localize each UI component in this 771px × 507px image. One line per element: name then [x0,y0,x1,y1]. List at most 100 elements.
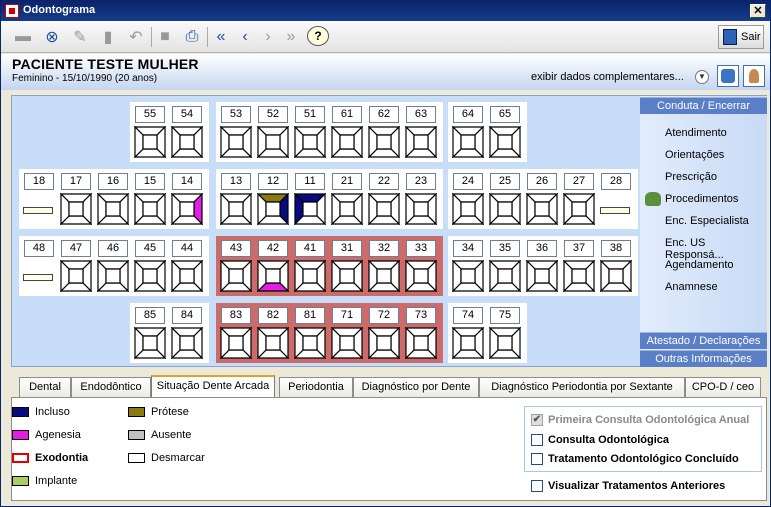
tooth-diagram[interactable] [600,260,632,292]
tooth-21[interactable]: 21 [331,173,363,227]
tooth-83[interactable]: 83 [220,307,252,361]
tooth-55[interactable]: 55 [134,106,166,160]
sidebar-footer-outras[interactable]: Outras Informações [640,350,767,367]
tooth-face-center[interactable] [339,335,355,351]
tooth-14[interactable]: 14 [171,173,203,227]
tooth-face-center[interactable] [497,201,513,217]
tooth-face-center[interactable] [302,335,318,351]
tooth-65[interactable]: 65 [489,106,521,160]
tooth-85[interactable]: 85 [134,307,166,361]
tooth-46[interactable]: 46 [97,240,129,294]
tooth-diagram[interactable] [489,327,521,359]
primeira-consulta-checkbox[interactable]: ✔ Primeira Consulta Odontológica Anual [531,414,749,426]
tooth-25[interactable]: 25 [489,173,521,227]
tab-3[interactable]: Periodontia [279,377,353,397]
legend-protese[interactable]: Prótese [128,406,189,418]
tooth-diagram[interactable] [134,193,166,225]
tooth-diagram[interactable] [405,193,437,225]
tooth-22[interactable]: 22 [368,173,400,227]
tooth-36[interactable]: 36 [526,240,558,294]
tooth-75[interactable]: 75 [489,307,521,361]
tooth-diagram[interactable] [526,260,558,292]
legend-incluso[interactable]: Incluso [12,406,70,418]
tooth-diagram[interactable] [489,193,521,225]
tooth-face-center[interactable] [460,201,476,217]
tooth-diagram[interactable] [331,260,363,292]
tooth-face-center[interactable] [228,335,244,351]
tooth-diagram[interactable] [294,260,326,292]
tooth-26[interactable]: 26 [526,173,558,227]
tooth-43[interactable]: 43 [220,240,252,294]
tab-4[interactable]: Diagnóstico por Dente [353,377,479,397]
tooth-face-center[interactable] [142,268,158,284]
tooth-47[interactable]: 47 [60,240,92,294]
tooth-diagram[interactable] [452,126,484,158]
tooth-diagram[interactable] [368,193,400,225]
tooth-61[interactable]: 61 [331,106,363,160]
tooth-diagram[interactable] [452,327,484,359]
sidebar-item[interactable]: Procedimentos [665,193,738,205]
tooth-face-center[interactable] [460,268,476,284]
tooth-44[interactable]: 44 [171,240,203,294]
tooth-diagram[interactable] [97,193,129,225]
sidebar-item[interactable]: Agendamento [665,259,734,271]
sidebar-item[interactable]: Enc. US Responsá... [665,237,767,261]
tooth-face-center[interactable] [265,201,281,217]
tooth-face-center[interactable] [265,335,281,351]
sidebar-footer-atestado[interactable]: Atestado / Declarações [640,332,767,349]
tooth-face-center[interactable] [376,201,392,217]
tooth-diagram[interactable] [134,327,166,359]
last-icon[interactable]: » [280,26,302,48]
legend-implante[interactable]: Implante [12,475,77,487]
tooth-12[interactable]: 12 [257,173,289,227]
tooth-34[interactable]: 34 [452,240,484,294]
legend-agenesia[interactable]: Agenesia [12,429,81,441]
tooth-face-center[interactable] [534,201,550,217]
legend-exodontia[interactable]: Exodontia [12,452,88,464]
tooth-31[interactable]: 31 [331,240,363,294]
tooth-15[interactable]: 15 [134,173,166,227]
tooth-face-center[interactable] [376,335,392,351]
binoculars-icon[interactable]: ⊗ [41,26,63,48]
tooth-48[interactable]: 48 [23,240,55,294]
tab-6[interactable]: CPO-D / ceo [685,377,761,397]
tooth-diagram[interactable] [220,327,252,359]
tooth-face-center[interactable] [302,201,318,217]
undo-icon[interactable]: ↶ [125,26,147,48]
tooth-diagram[interactable] [220,193,252,225]
tooth-face-center[interactable] [571,268,587,284]
trash-icon[interactable]: ▮ [97,26,119,48]
tooth-diagram[interactable] [368,126,400,158]
tooth-62[interactable]: 62 [368,106,400,160]
tooth-diagram[interactable] [60,193,92,225]
tooth-23[interactable]: 23 [405,173,437,227]
tooth-face-center[interactable] [497,268,513,284]
tooth-diagram[interactable] [368,260,400,292]
tooth-face-center[interactable] [497,134,513,150]
sidebar-header[interactable]: Conduta / Encerrar [640,97,767,114]
tooth-face-center[interactable] [179,201,195,217]
tooth-28[interactable]: 28 [600,173,632,227]
tooth-face-center[interactable] [179,268,195,284]
tooth-face-center[interactable] [339,134,355,150]
tooth-diagram[interactable] [171,126,203,158]
consulta-odontologica-checkbox[interactable]: Consulta Odontológica [531,434,669,446]
tooth-face-center[interactable] [376,134,392,150]
tooth-diagram[interactable] [171,193,203,225]
tooth-diagram[interactable] [171,327,203,359]
tooth-face-center[interactable] [265,134,281,150]
tab-2[interactable]: Situação Dente Arcada [151,375,275,397]
tooth-64[interactable]: 64 [452,106,484,160]
tooth-face-center[interactable] [571,201,587,217]
tooth-diagram[interactable] [489,260,521,292]
tooth-37[interactable]: 37 [563,240,595,294]
tooth-diagram[interactable] [405,327,437,359]
legend-desmarcar[interactable]: Desmarcar [128,452,205,464]
tooth-41[interactable]: 41 [294,240,326,294]
tooth-diagram[interactable] [134,126,166,158]
tooth-diagram[interactable] [563,193,595,225]
tab-0[interactable]: Dental [19,377,71,397]
tooth-diagram[interactable] [294,126,326,158]
sidebar-item[interactable]: Prescrição [665,171,717,183]
tooth-81[interactable]: 81 [294,307,326,361]
